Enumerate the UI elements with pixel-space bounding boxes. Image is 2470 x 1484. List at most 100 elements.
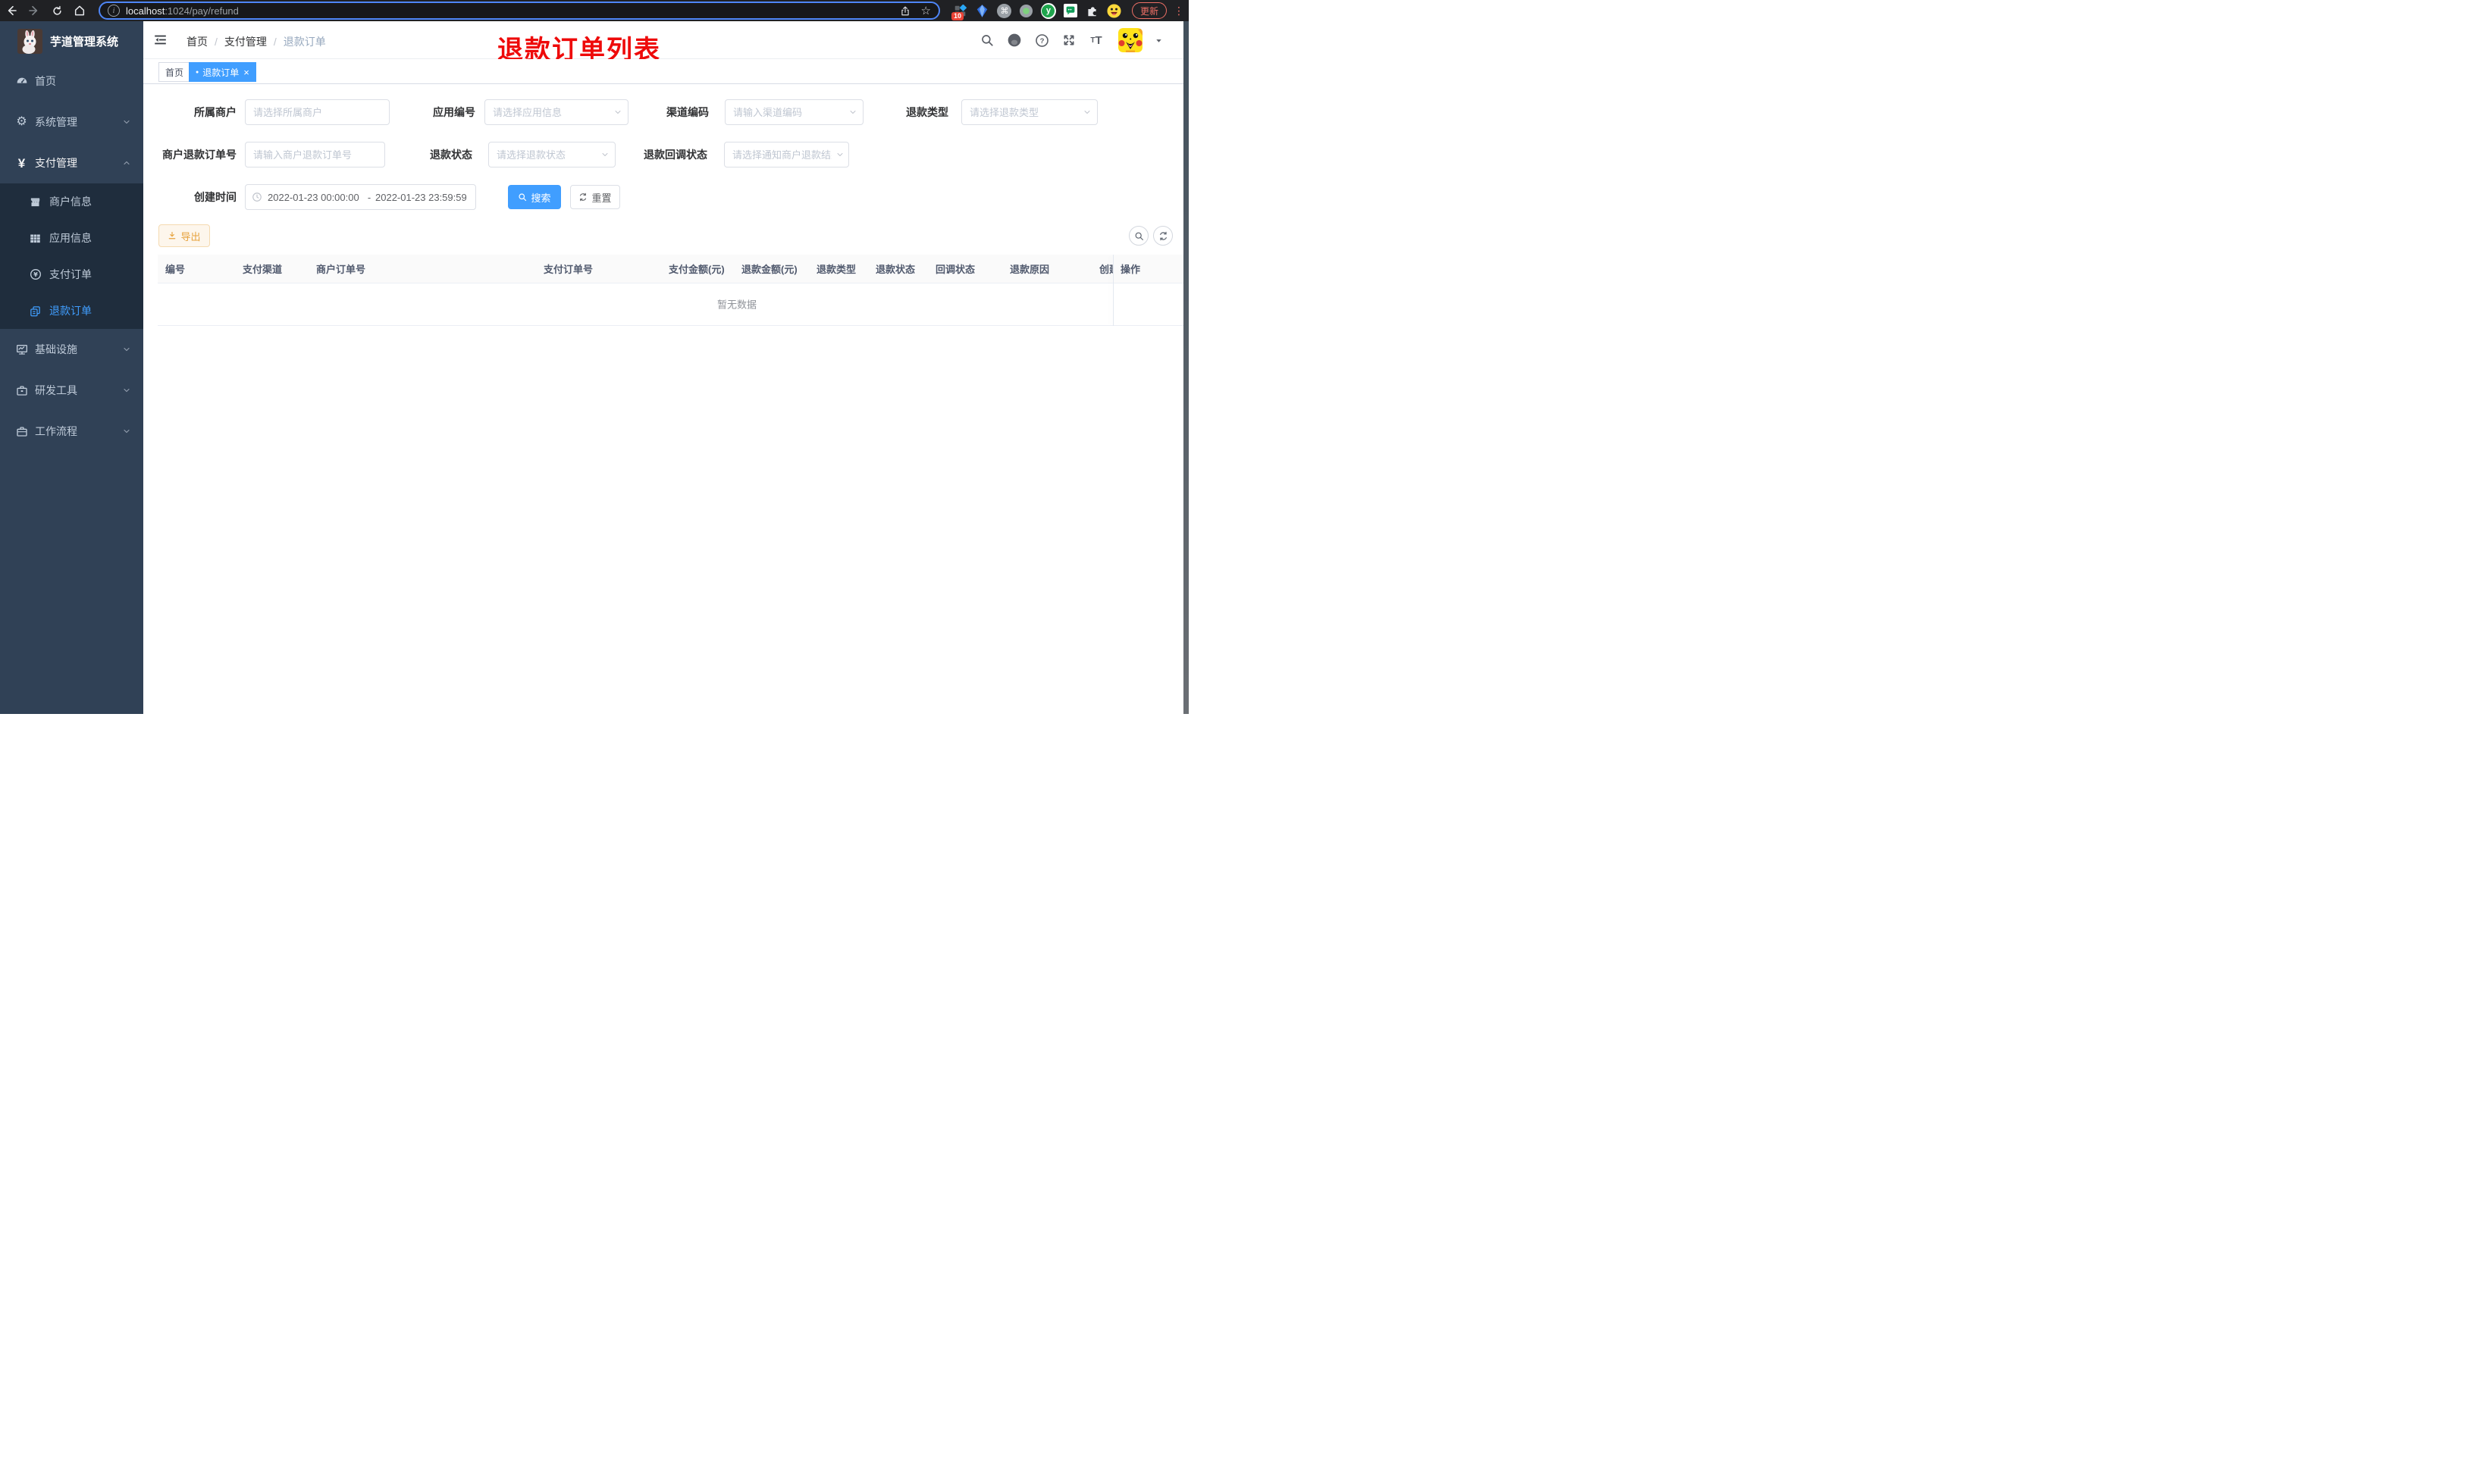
toggle-search-button[interactable] (1129, 226, 1149, 246)
tab-close-icon[interactable]: × (243, 67, 249, 77)
refresh-table-button[interactable] (1153, 226, 1173, 246)
search-button[interactable]: 搜索 (508, 185, 561, 209)
main-area: 首页 / 支付管理 / 退款订单 ? T T 退款订单列表 首页 ● 退款订单 … (143, 21, 1189, 714)
reset-button[interactable]: 重置 (570, 185, 620, 209)
chat-bubble-icon (1063, 4, 1077, 17)
field-label-channel: 渠道编码 (666, 106, 709, 118)
search-icon[interactable] (979, 32, 995, 49)
channel-select[interactable] (725, 99, 864, 125)
pikachu-avatar-icon (1118, 28, 1143, 52)
field-label-refund-status: 退款状态 (430, 149, 472, 161)
sidebar-item-label: 退款订单 (49, 305, 92, 317)
smiley-icon (1107, 3, 1122, 18)
search-icon (519, 193, 527, 202)
fixed-column-divider (1113, 255, 1114, 326)
refund-status-select[interactable] (488, 142, 616, 167)
bookmark-star-icon[interactable]: ☆ (921, 5, 931, 17)
sidebar-item-system[interactable]: ⚙ 系统管理 (0, 102, 143, 142)
refund-type-select[interactable] (961, 99, 1098, 125)
emoji-extension-icon[interactable] (1107, 3, 1122, 18)
empty-text: 暂无数据 (716, 299, 757, 311)
extensions-puzzle-icon[interactable] (1085, 3, 1100, 18)
top-navbar: 首页 / 支付管理 / 退款订单 ? T T (143, 21, 1189, 59)
export-button[interactable]: 导出 (158, 224, 210, 247)
sidebar-item-infra[interactable]: 基础设施 (0, 329, 143, 370)
user-avatar[interactable] (1118, 28, 1143, 52)
sidebar-item-app-info[interactable]: 应用信息 (0, 220, 143, 256)
recorder-extension-icon[interactable] (1019, 3, 1034, 18)
date-end-value: 2022-01-23 23:59:59 (375, 191, 467, 203)
share-icon[interactable] (900, 5, 911, 17)
browser-menu-icon[interactable]: ⋮ (1174, 5, 1184, 17)
extension-badge: 10 (951, 12, 964, 20)
breadcrumb-separator: / (215, 36, 218, 48)
home-icon (74, 5, 85, 16)
browser-update-button[interactable]: 更新 (1131, 2, 1167, 19)
app-select[interactable] (484, 99, 628, 125)
chevron-down-icon (122, 117, 131, 127)
browser-back-button[interactable] (0, 0, 23, 21)
col-refund-status: 退款状态 (868, 255, 928, 283)
browser-home-button[interactable] (68, 0, 91, 21)
merchant-input[interactable] (245, 99, 390, 125)
col-refund-type: 退款类型 (809, 255, 868, 283)
sidebar-item-refund-order[interactable]: 退款订单 (0, 293, 143, 329)
col-refund-reason: 退款原因 (1002, 255, 1092, 283)
help-icon[interactable]: ? (1033, 32, 1050, 49)
app-logo[interactable]: 芋道管理系统 (0, 21, 143, 61)
empty-row: 暂无数据 (158, 283, 1189, 326)
sidebar-item-pay-order[interactable]: ¥ 支付订单 (0, 256, 143, 293)
sidebar-item-workflow[interactable]: 工作流程 (0, 411, 143, 452)
extension-area: 10 ⌘ y 更新 ⋮ (951, 0, 1189, 21)
breadcrumb-pay[interactable]: 支付管理 (224, 34, 267, 49)
sidebar-item-merchant-info[interactable]: 商户信息 (0, 183, 143, 220)
col-callback-status: 回调状态 (928, 255, 1002, 283)
breadcrumb-current: 退款订单 (283, 36, 326, 48)
font-size-icon[interactable]: TT (1088, 32, 1105, 49)
refresh-icon (580, 193, 587, 202)
tab-manager-extension-icon[interactable]: 10 (951, 3, 968, 20)
window-scrollbar[interactable] (1183, 21, 1189, 714)
site-info-icon[interactable]: i (108, 5, 120, 17)
date-range-picker[interactable]: 2022-01-23 00:00:00 - 2022-01-23 23:59:5… (245, 184, 476, 210)
breadcrumb-separator: / (273, 36, 277, 48)
pay-submenu: 商户信息 应用信息 ¥ 支付订单 退款订单 (0, 183, 143, 329)
field-label-merchant-refund-no: 商户退款订单号 (162, 149, 237, 161)
sidebar-item-label: 首页 (35, 75, 56, 87)
svg-text:¥: ¥ (33, 271, 38, 278)
reload-icon (52, 5, 61, 15)
caret-down-icon[interactable] (1155, 36, 1163, 45)
col-pay-channel: 支付渠道 (235, 255, 309, 283)
address-bar[interactable]: i localhost:1024/pay/refund ☆ (99, 2, 940, 20)
chevron-up-icon (122, 158, 131, 167)
chat-extension-icon[interactable] (1063, 3, 1078, 18)
chevron-down-icon (122, 345, 131, 354)
tab-home[interactable]: 首页 (158, 62, 191, 82)
field-label-refund-type: 退款类型 (906, 106, 948, 118)
col-refund-amount: 退款金额(元) (734, 255, 809, 283)
command-icon: ⌘ (997, 3, 1012, 18)
puzzle-icon (1088, 6, 1097, 16)
clock-icon (252, 192, 262, 202)
github-icon[interactable] (1006, 32, 1023, 49)
command-extension-icon[interactable]: ⌘ (997, 3, 1012, 18)
browser-forward-button[interactable] (23, 0, 45, 21)
sidebar-item-home[interactable]: 首页 (0, 61, 143, 102)
tab-refund-order[interactable]: ● 退款订单 × (189, 62, 256, 82)
breadcrumb-home[interactable]: 首页 (187, 34, 208, 49)
fullscreen-icon[interactable] (1061, 32, 1077, 49)
y-letter-icon: y (1042, 4, 1055, 17)
col-create-time: 创建时间 (1092, 255, 1113, 283)
sidebar-item-pay[interactable]: ¥ 支付管理 (0, 142, 143, 183)
active-dot-icon: ● (196, 69, 199, 75)
gem-extension-icon[interactable] (975, 3, 990, 18)
sidebar-item-devtools[interactable]: 研发工具 (0, 370, 143, 411)
browser-reload-button[interactable] (45, 0, 68, 21)
callback-status-select[interactable] (724, 142, 849, 167)
search-icon (1135, 232, 1143, 240)
dashboard-icon (15, 75, 28, 88)
sidebar-collapse-icon[interactable] (154, 33, 167, 46)
merchant-refund-no-input[interactable] (245, 142, 385, 167)
field-label-merchant: 所属商户 (194, 106, 237, 118)
y-extension-icon[interactable]: y (1040, 2, 1056, 19)
